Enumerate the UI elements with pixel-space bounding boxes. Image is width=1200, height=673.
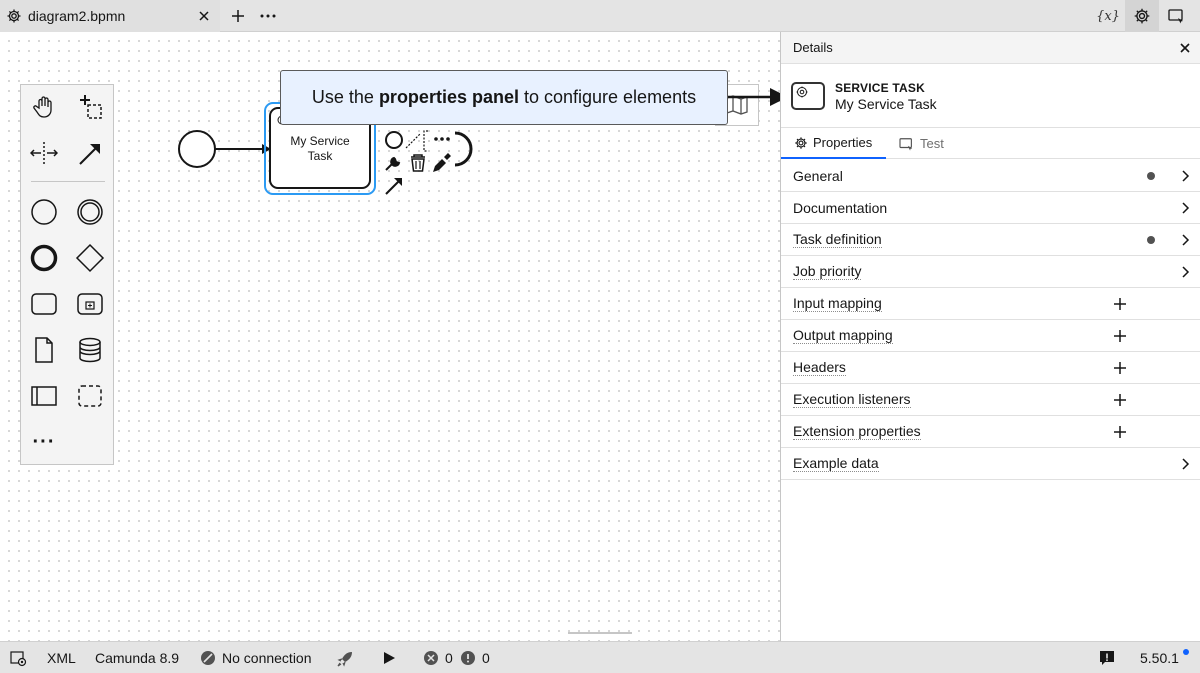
gear-icon [6,8,22,24]
group-label: Task definition [793,231,882,248]
variables-icon: {x} [1096,8,1120,24]
group-documentation[interactable]: Documentation [781,192,1200,224]
group-example-data[interactable]: Example data [781,448,1200,480]
append-end-event-icon[interactable] [385,131,403,149]
callout-text-pre: Use the [311,87,379,107]
group-job-priority[interactable]: Job priority [781,256,1200,288]
append-connector-icon[interactable] [454,131,473,167]
group-label: General [793,168,843,184]
callout-text-bold: properties panel [378,87,519,107]
tab-bar: diagram2.bpmn {x} [0,0,1200,32]
chevron-right-icon[interactable] [1177,264,1193,280]
add-icon[interactable] [1112,328,1128,344]
element-header: SERVICE TASK My Service Task [781,64,1200,128]
data-indicator-dot [1147,172,1155,180]
element-type: SERVICE TASK [835,81,925,95]
test-panel-toggle[interactable] [1159,0,1193,32]
deployment-settings-icon[interactable] [10,650,27,667]
group-headers[interactable]: Headers [781,352,1200,384]
canvas-resize-handle[interactable] [568,632,632,636]
property-groups: General Documentation Task definition Jo… [781,160,1200,480]
tab-diagram2[interactable]: diagram2.bpmn [0,0,220,32]
chevron-right-icon[interactable] [1177,200,1193,216]
group-label: Extension properties [793,423,921,440]
gear-icon [1134,8,1150,24]
tab-properties[interactable]: Properties [781,128,886,159]
chevron-right-icon[interactable] [1177,168,1193,184]
connection-status[interactable]: No connection [222,650,312,666]
data-indicator-dot [1147,236,1155,244]
variables-button[interactable]: {x} [1091,0,1125,32]
more-actions-icon[interactable] [434,137,450,141]
run-play-icon[interactable] [381,650,397,666]
add-tab-button[interactable] [228,6,248,26]
chevron-right-icon[interactable] [1177,456,1193,472]
task-label-line1: My Service [290,134,350,148]
properties-panel: Details SERVICE TASK My Service Task Pro… [780,32,1200,641]
deploy-rocket-icon[interactable] [336,650,352,667]
add-icon[interactable] [1112,296,1128,312]
append-text-annotation-icon[interactable] [405,130,428,152]
test-icon [899,137,915,151]
more-tabs-button[interactable] [258,6,278,26]
service-task-icon [791,82,825,110]
task-label-line2: Task [308,149,334,163]
close-icon[interactable] [196,8,212,24]
tab-test[interactable]: Test [899,128,944,159]
group-label: Headers [793,359,846,376]
onboarding-callout: Use the properties panel to configure el… [280,70,728,125]
tab-title: diagram2.bpmn [28,8,126,24]
group-label: Execution listeners [793,391,911,408]
add-icon[interactable] [1112,360,1128,376]
group-label: Job priority [793,263,862,280]
connect-arrow-icon[interactable] [385,179,401,195]
warning-count: 0 [482,650,490,666]
gear-icon [794,136,808,150]
properties-panel-toggle[interactable] [1125,0,1159,32]
add-icon[interactable] [1112,424,1128,440]
group-label: Example data [793,455,879,472]
chevron-right-icon[interactable] [1177,232,1193,248]
xml-view-button[interactable]: XML [47,650,76,666]
feedback-icon[interactable] [1099,650,1115,666]
tab-properties-label: Properties [813,135,873,150]
panel-header: Details [781,32,1200,64]
engine-version[interactable]: Camunda 8.9 [95,650,179,666]
group-general[interactable]: General [781,160,1200,192]
callout-text-post: to configure elements [518,87,697,107]
delete-trash-icon[interactable] [411,154,425,172]
group-extension-properties[interactable]: Extension properties [781,416,1200,448]
group-label: Output mapping [793,327,893,344]
update-badge [1183,649,1189,655]
test-icon [1168,9,1183,24]
color-picker-icon[interactable] [433,153,451,172]
panel-tabs: Properties Test [781,128,1200,159]
error-icon[interactable] [423,650,439,666]
panel-title: Details [793,40,833,55]
start-event[interactable] [178,130,216,168]
no-connection-icon [200,650,216,666]
group-label: Input mapping [793,295,882,312]
diagram-canvas[interactable]: ··· My Service Task Use the properties p… [0,32,780,641]
warning-icon[interactable] [460,650,476,666]
app-version[interactable]: 5.50.1 [1140,650,1179,666]
add-icon[interactable] [1112,392,1128,408]
close-icon[interactable] [1177,40,1193,56]
group-task-definition[interactable]: Task definition [781,224,1200,256]
status-bar: XML Camunda 8.9 No connection 0 0 5.50.1 [0,641,1200,673]
element-name: My Service Task [835,96,937,112]
error-count: 0 [445,650,453,666]
group-input-mapping[interactable]: Input mapping [781,288,1200,320]
tab-test-label: Test [920,136,944,151]
change-type-wrench-icon[interactable] [385,156,401,171]
group-execution-listeners[interactable]: Execution listeners [781,384,1200,416]
group-output-mapping[interactable]: Output mapping [781,320,1200,352]
group-label: Documentation [793,200,888,216]
callout-pointer-head [770,88,780,106]
